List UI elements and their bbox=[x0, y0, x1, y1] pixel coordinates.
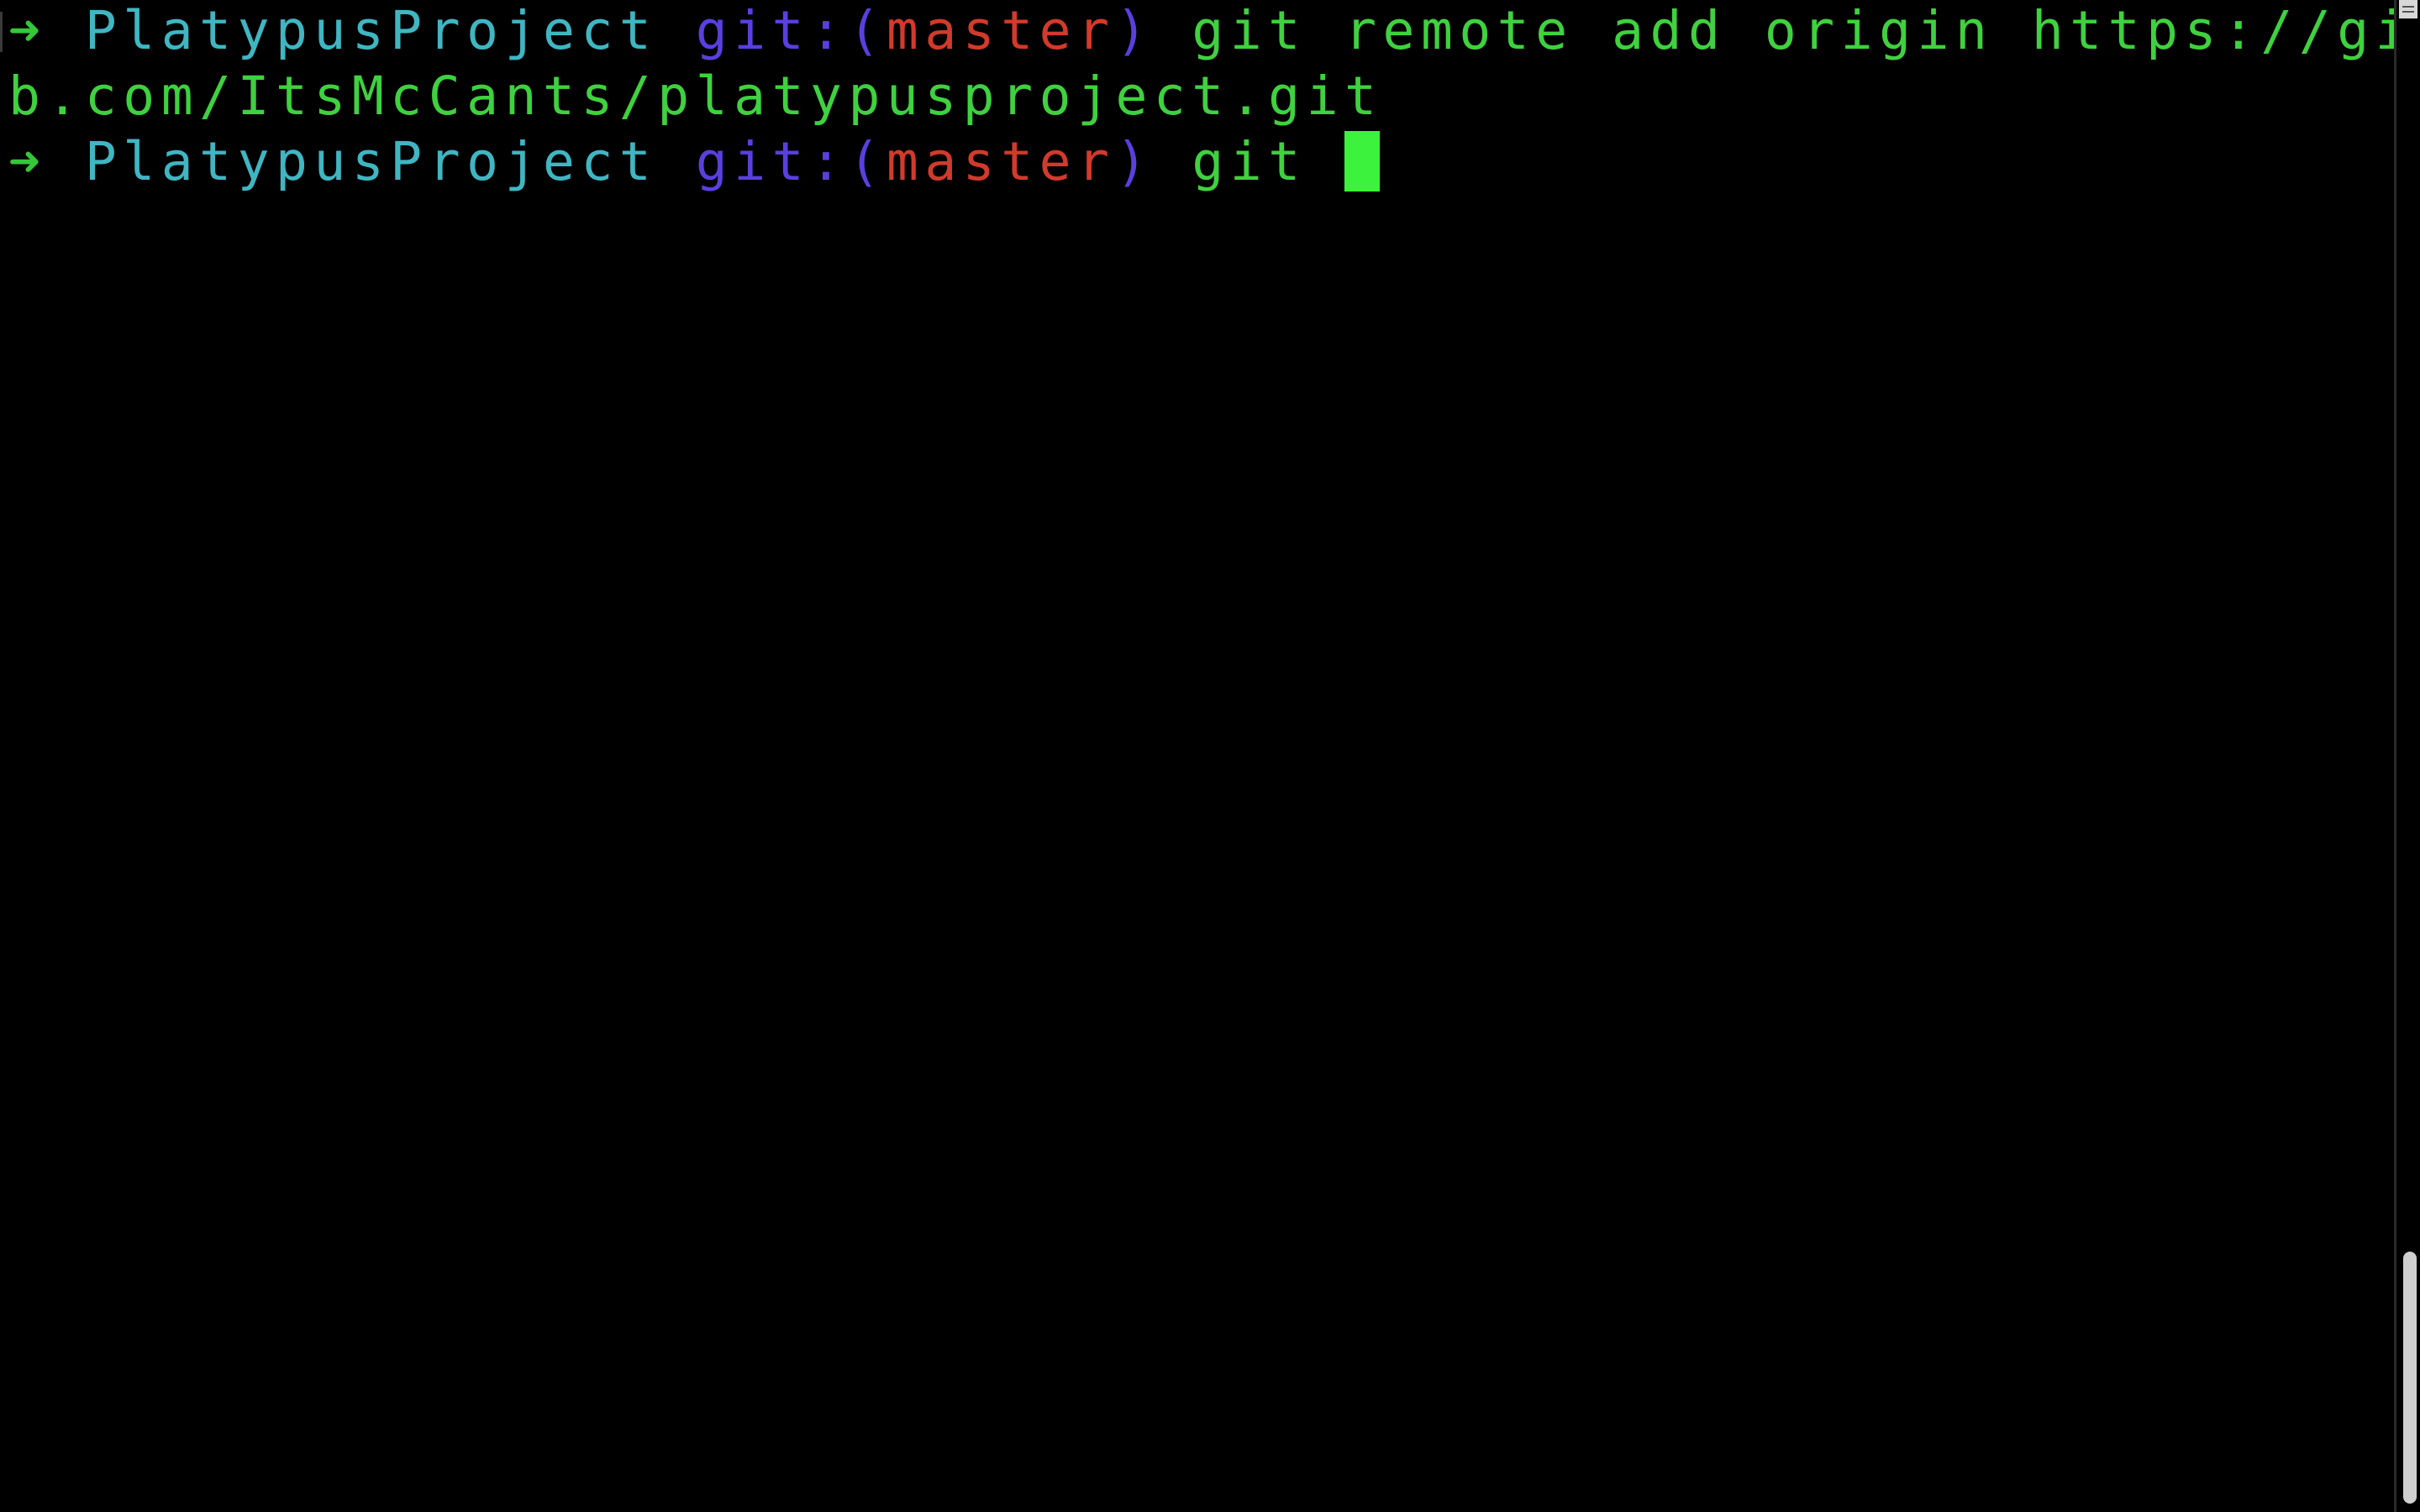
terminal-input-line[interactable]: ➜ PlatypusProject git:(master) git bbox=[8, 129, 1381, 195]
prompt-arrow-icon: ➜ bbox=[8, 131, 47, 192]
command-continuation: b.com/ItsMcCants/platypusproject.git bbox=[8, 66, 1383, 127]
terminal-window[interactable]: ➜ PlatypusProject git:(master) git remot… bbox=[0, 0, 2420, 1512]
prompt-branch: master bbox=[886, 0, 1116, 61]
prompt-directory: PlatypusProject bbox=[84, 0, 658, 61]
left-edge-marker bbox=[0, 12, 3, 52]
terminal-line: ➜ PlatypusProject git:(master) git remot… bbox=[8, 0, 2420, 64]
prompt-git-close: ) bbox=[1115, 0, 1154, 61]
prompt-branch: master bbox=[886, 131, 1116, 192]
prompt-directory: PlatypusProject bbox=[84, 131, 658, 192]
scrollbar-thumb[interactable] bbox=[2403, 1252, 2417, 1504]
prompt-git-label: git:( bbox=[695, 0, 886, 61]
terminal-line: b.com/ItsMcCants/platypusproject.git bbox=[8, 64, 1382, 129]
prompt-git-close: ) bbox=[1115, 131, 1154, 192]
prompt-arrow-icon: ➜ bbox=[8, 0, 47, 61]
command-text: git remote add origin https://githu bbox=[1192, 0, 2420, 61]
command-input[interactable]: git bbox=[1192, 131, 1344, 192]
scrollbar[interactable] bbox=[2394, 0, 2420, 1512]
split-pane-icon[interactable] bbox=[2399, 0, 2417, 18]
text-cursor bbox=[1344, 131, 1381, 192]
prompt-git-label: git:( bbox=[695, 131, 886, 192]
